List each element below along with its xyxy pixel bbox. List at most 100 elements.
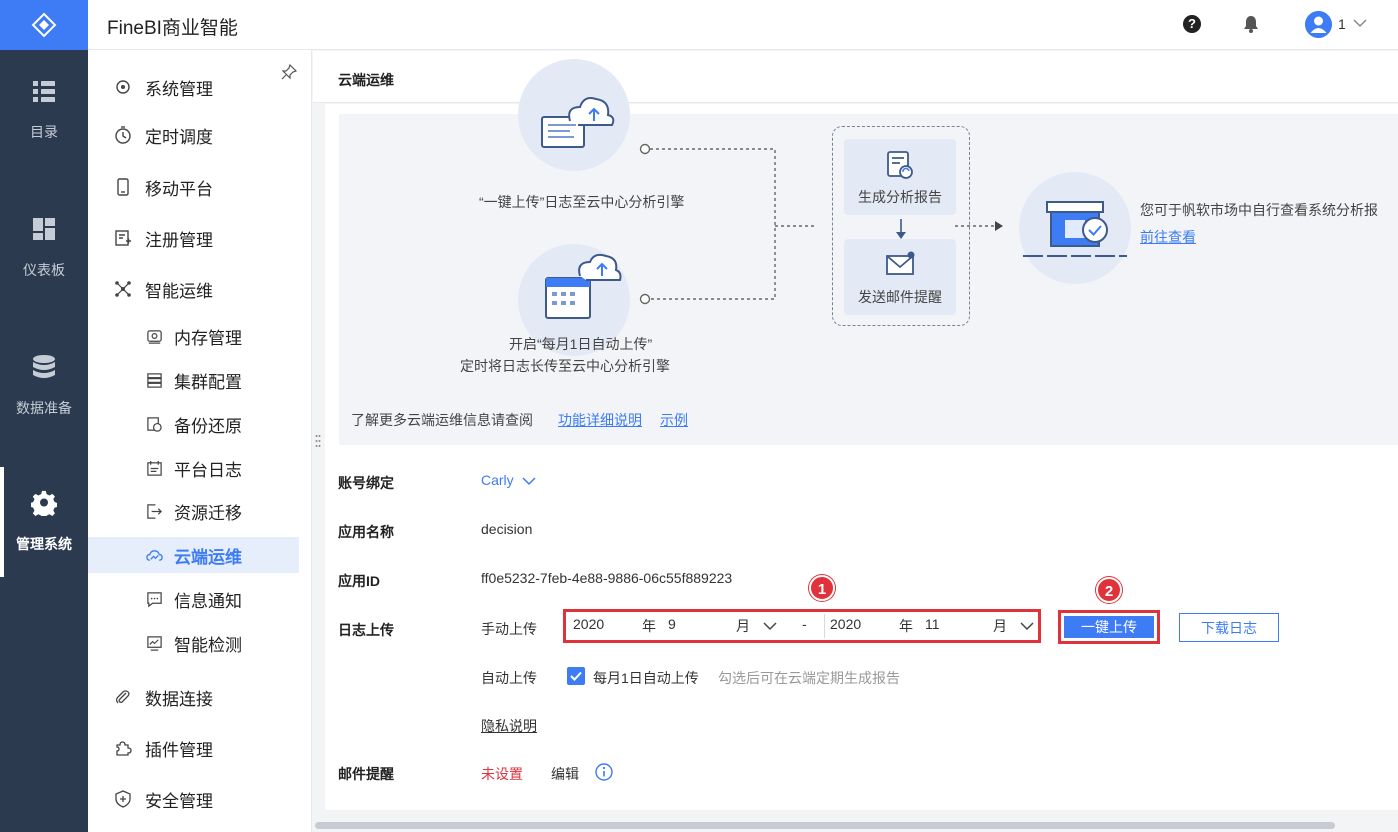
- privacy-link[interactable]: 隐私说明: [481, 716, 537, 736]
- menu-item-cluster[interactable]: 集群配置: [88, 362, 311, 398]
- scrollbar-thumb[interactable]: [315, 822, 1335, 829]
- start-month-unit: 月: [736, 618, 750, 634]
- app-name-value: decision: [481, 521, 533, 537]
- admin-submenu: 系统管理 定时调度 移动平台 注册管理 智能运维 内存管理 集群配置 备份还原 …: [88, 50, 312, 832]
- chevron-down-icon[interactable]: [762, 620, 778, 632]
- menu-item-label: 安全管理: [145, 791, 213, 811]
- process-group: 生成分析报告 发送邮件提醒: [832, 126, 970, 326]
- menu-item-security[interactable]: 安全管理: [88, 781, 311, 817]
- menu-item-memory[interactable]: 内存管理: [88, 318, 311, 354]
- menu-item-label: 资源迁移: [174, 503, 242, 523]
- menu-item-plugin[interactable]: 插件管理: [88, 730, 311, 766]
- menu-item-system[interactable]: 系统管理: [88, 69, 311, 105]
- horizontal-scrollbar[interactable]: [313, 818, 1398, 832]
- send-email-label: 发送邮件提醒: [858, 289, 942, 305]
- menu-item-mobile[interactable]: 移动平台: [88, 169, 311, 205]
- link-icon: [115, 690, 130, 704]
- feature-detail-link[interactable]: 功能详细说明: [558, 410, 642, 430]
- market-illustration: [1019, 172, 1131, 284]
- info-icon[interactable]: [595, 763, 613, 781]
- cloud-ops-icon: [146, 549, 163, 561]
- chevron-down-icon[interactable]: [1352, 15, 1368, 31]
- menu-item-smart-check[interactable]: 智能检测: [88, 625, 311, 661]
- start-year[interactable]: 2020: [573, 616, 604, 640]
- gen-report-card: 生成分析报告: [844, 139, 956, 215]
- panel-resize-handle[interactable]: [315, 433, 321, 449]
- menu-item-cloud-ops[interactable]: 云端运维: [88, 537, 299, 573]
- avatar[interactable]: [1305, 11, 1332, 38]
- account-select[interactable]: Carly: [481, 472, 536, 488]
- arrow-down-icon: [896, 219, 906, 239]
- database-icon: [33, 355, 55, 378]
- end-year[interactable]: 2020: [830, 616, 861, 640]
- annotation-badge-2: 2: [1096, 577, 1122, 603]
- range-divider: [824, 614, 825, 638]
- menu-item-label: 集群配置: [174, 372, 242, 392]
- gen-report-label: 生成分析报告: [858, 189, 942, 205]
- dashboard-icon: [33, 218, 55, 240]
- network-icon: [115, 281, 131, 297]
- cloud-ops-panel: “一键上传”日志至云中心分析引擎 开启“每月1日自动上传” 定时将日志长传至云中…: [325, 59, 1398, 810]
- logo-icon: [31, 12, 57, 38]
- menu-item-platform-log[interactable]: 平台日志: [88, 450, 311, 486]
- list-icon: [33, 81, 55, 102]
- user-name[interactable]: 1: [1338, 16, 1346, 32]
- monthly-caption-1: 开启“每月1日自动上传”: [509, 336, 653, 352]
- menu-item-label: 数据连接: [145, 689, 213, 709]
- email-label: 邮件提醒: [338, 766, 394, 782]
- app-logo[interactable]: [0, 0, 88, 50]
- system-icon: [116, 80, 130, 94]
- auto-upload-option[interactable]: 每月1日自动上传: [593, 668, 699, 688]
- upload-button[interactable]: 一键上传: [1064, 616, 1154, 638]
- plugin-icon: [116, 741, 132, 756]
- menu-item-backup[interactable]: 备份还原: [88, 406, 311, 442]
- start-year-unit: 年: [642, 618, 656, 634]
- gear-icon: [31, 490, 57, 516]
- rail-item-admin[interactable]: 管理系统: [0, 467, 88, 577]
- go-view-link[interactable]: 前往查看: [1140, 227, 1196, 247]
- memory-icon: [147, 329, 162, 344]
- cloud-upload-icon: [541, 97, 615, 148]
- download-log-button[interactable]: 下载日志: [1179, 613, 1279, 642]
- example-link[interactable]: 示例: [660, 410, 688, 430]
- menu-item-schedule[interactable]: 定时调度: [88, 117, 311, 153]
- menu-item-smart-ops[interactable]: 智能运维: [88, 271, 311, 307]
- menu-item-label: 移动平台: [145, 179, 213, 199]
- end-month[interactable]: 11: [925, 616, 940, 640]
- chevron-down-icon[interactable]: [1019, 620, 1035, 632]
- menu-item-migrate[interactable]: 资源迁移: [88, 493, 311, 529]
- monthly-caption-2: 定时将日志长传至云中心分析引擎: [460, 358, 670, 374]
- menu-item-label: 系统管理: [145, 79, 213, 99]
- app-id-value: ff0e5232-7feb-4e88-9886-06c55f889223: [481, 570, 733, 586]
- menu-item-data-connection[interactable]: 数据连接: [88, 679, 311, 715]
- end-year-unit: 年: [899, 618, 913, 634]
- rail-item-catalog[interactable]: 目录: [0, 55, 88, 165]
- log-upload-label: 日志上传: [338, 622, 394, 638]
- register-icon: [115, 230, 131, 246]
- send-email-card: 发送邮件提醒: [844, 239, 956, 315]
- menu-item-notify[interactable]: 信息通知: [88, 581, 311, 617]
- market-box-icon: [1023, 201, 1127, 257]
- rail-item-data-prep[interactable]: 数据准备: [0, 331, 88, 441]
- mail-icon: [886, 251, 915, 275]
- end-month-unit: 月: [993, 618, 1007, 634]
- account-value: Carly: [481, 472, 514, 488]
- help-icon[interactable]: ?: [1183, 15, 1201, 33]
- auto-upload-hint: 勾选后可在云端定期生成报告: [718, 670, 900, 686]
- menu-item-register[interactable]: 注册管理: [88, 220, 311, 256]
- more-info-text: 了解更多云端运维信息请查阅: [351, 412, 533, 428]
- bell-icon[interactable]: [1243, 15, 1259, 33]
- menu-item-label: 备份还原: [174, 416, 242, 436]
- market-caption: 您可于帆软市场中自行查看系统分析报: [1140, 202, 1378, 218]
- date-range-picker[interactable]: 2020 年 9 月 - 2020 年 11 月: [563, 609, 1041, 643]
- rail-item-dashboard[interactable]: 仪表板: [0, 193, 88, 303]
- range-separator: -: [802, 616, 807, 632]
- auto-upload-checkbox[interactable]: [567, 667, 585, 685]
- menu-item-label: 插件管理: [145, 740, 213, 760]
- start-month[interactable]: 9: [668, 616, 676, 640]
- email-edit-link[interactable]: 编辑: [551, 764, 579, 784]
- menu-item-label: 注册管理: [145, 230, 213, 250]
- log-icon: [147, 460, 162, 476]
- timer-icon: [115, 126, 131, 144]
- migrate-icon: [147, 503, 162, 519]
